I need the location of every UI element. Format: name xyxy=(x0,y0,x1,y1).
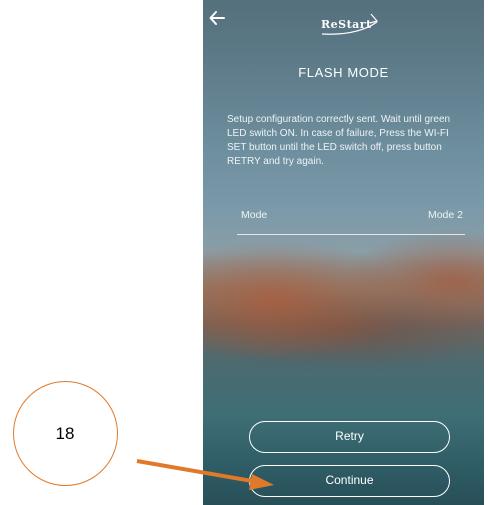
step-number: 18 xyxy=(55,424,75,443)
step-callout: 18 xyxy=(13,381,118,486)
